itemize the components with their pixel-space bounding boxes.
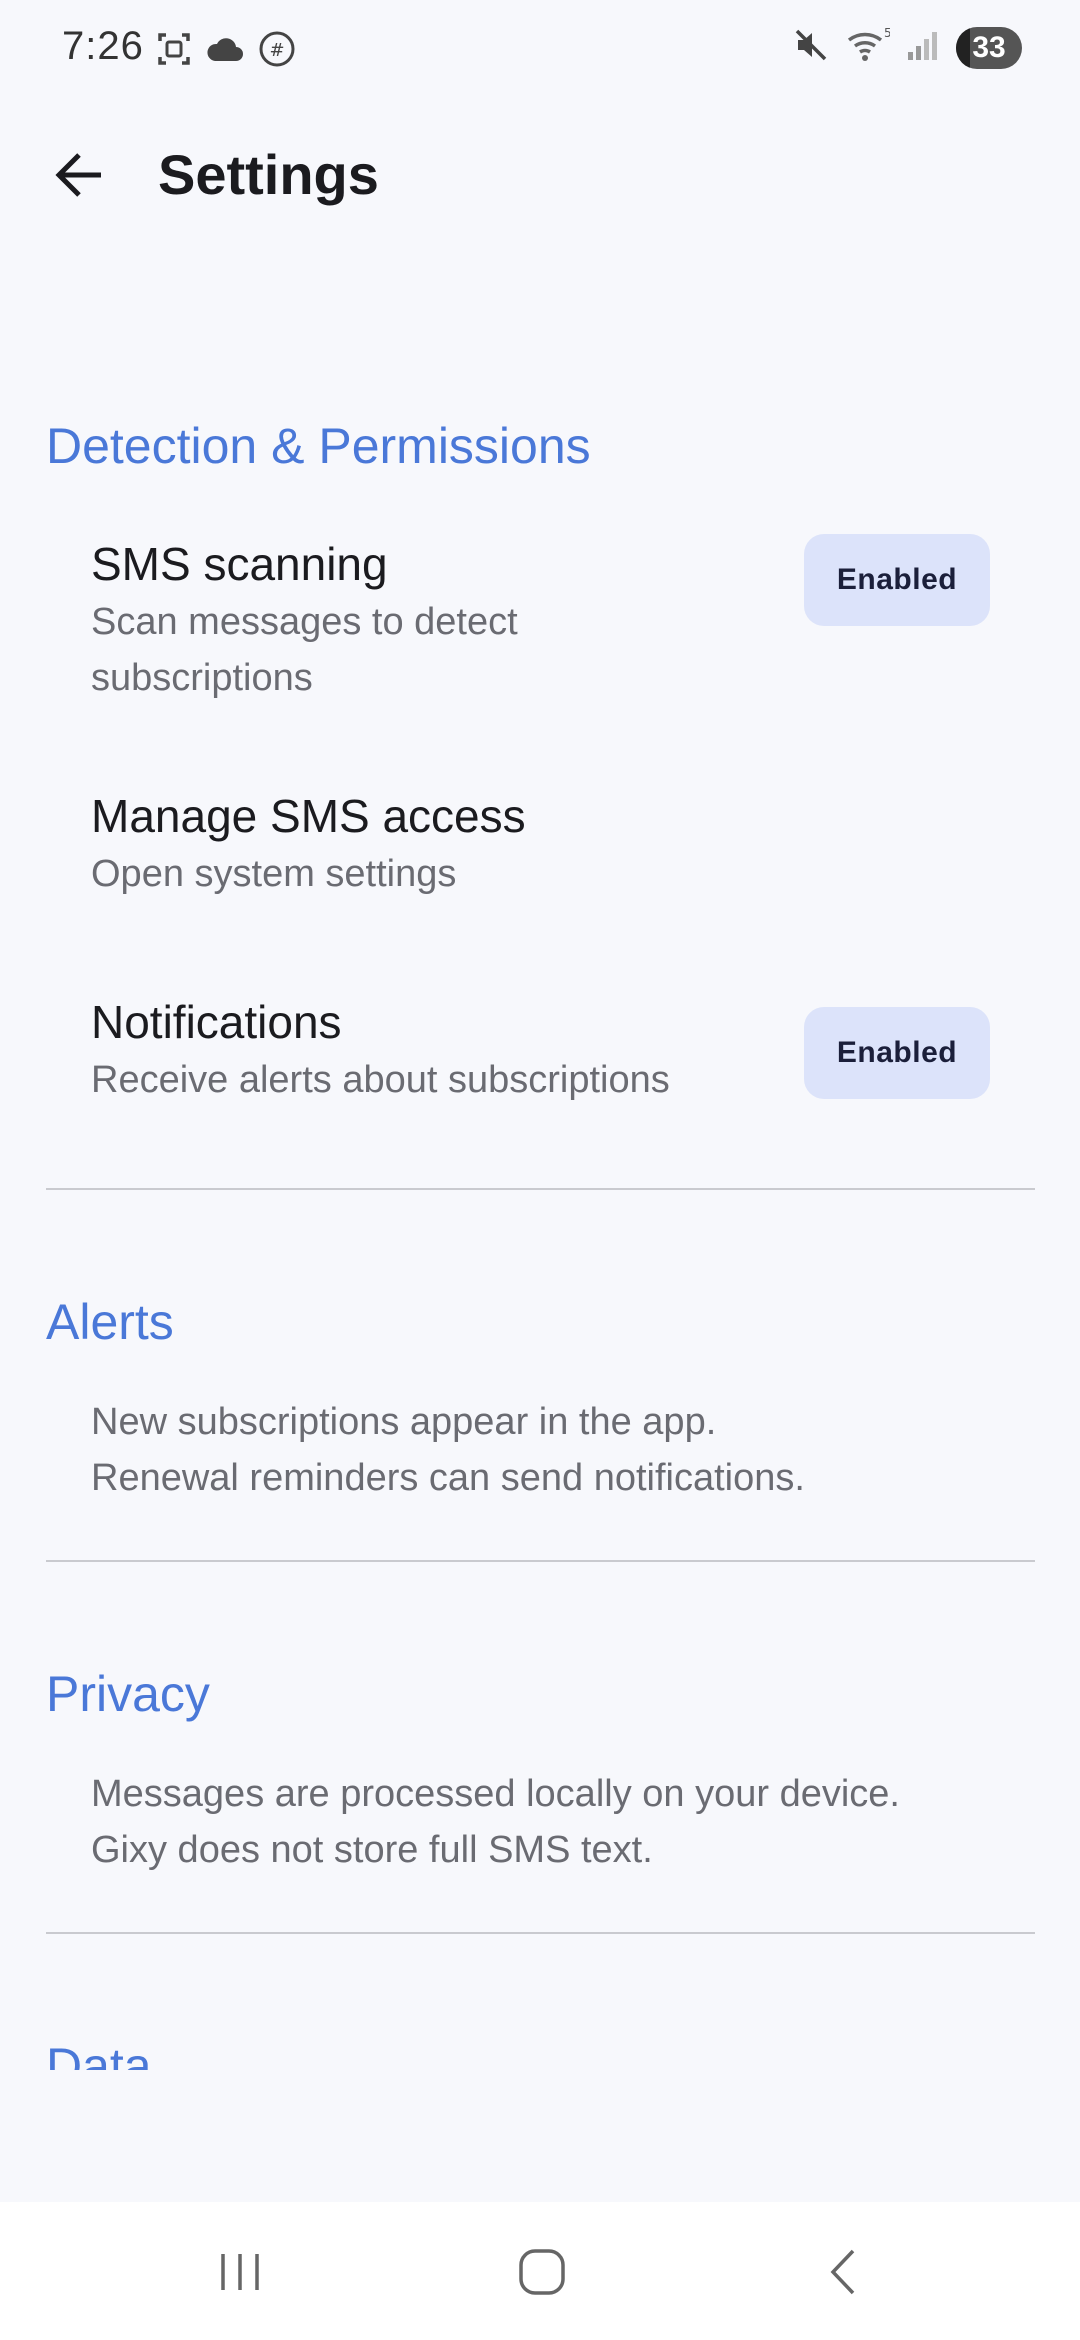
signal-icon [906,28,940,67]
setting-subtitle: Scan messages to detect subscriptions [91,601,518,699]
recents-icon [221,2254,259,2290]
page-title: Settings [158,143,379,206]
setting-subtitle: Open system settings [91,853,457,895]
divider [46,1932,1035,1934]
privacy-line-1: Messages are processed locally on your d… [91,1773,900,1815]
mute-icon [792,26,830,69]
recents-button[interactable] [180,2232,300,2312]
section-header-data-label: Data [46,2038,152,2070]
alerts-line-1: New subscriptions appear in the app. [91,1401,717,1443]
cloud-icon [206,34,244,69]
nav-back-button[interactable] [784,2232,904,2312]
section-header-privacy: Privacy [46,1666,210,1722]
battery-level: 33 [972,30,1006,64]
svg-text:5: 5 [884,26,890,40]
status-time: 7:26 [62,24,144,68]
section-header-alerts: Alerts [46,1294,174,1350]
setting-sms-scanning[interactable]: SMS scanning Scan messages to detect sub… [0,530,1080,710]
back-icon [830,2249,855,2295]
home-button[interactable] [482,2232,602,2312]
status-icons-right: 5 33 [792,26,1022,69]
status-bar: 7:26 # 5 33 [0,0,1080,100]
alerts-line-2: Renewal reminders can send notifications… [91,1457,805,1499]
vpn-globe-icon: # [258,30,296,73]
status-icons-left: # [156,30,296,73]
section-header-detection: Detection & Permissions [46,418,591,474]
back-button[interactable] [40,140,120,210]
notifications-enabled-chip[interactable]: Enabled [804,1007,990,1099]
setting-manage-sms-access[interactable]: Manage SMS access Open system settings [0,788,1080,908]
battery-icon: 33 [956,26,1022,69]
screenshot-icon [156,31,192,72]
home-icon [519,2249,565,2295]
sms-scanning-enabled-chip[interactable]: Enabled [804,534,990,626]
setting-notifications[interactable]: Notifications Receive alerts about subsc… [0,994,1080,1114]
top-app-bar: Settings [0,120,1080,230]
setting-title: Manage SMS access [91,790,526,842]
setting-title: SMS scanning [91,538,388,590]
privacy-line-2: Gixy does not store full SMS text. [91,1829,653,1871]
divider [46,1188,1035,1190]
system-nav-bar [0,2202,1080,2340]
divider [46,1560,1035,1562]
svg-text:#: # [269,40,284,61]
arrow-back-icon [55,153,101,197]
setting-title: Notifications [91,996,342,1048]
wifi-icon: 5 [846,26,892,69]
section-header-data: Data [46,2030,446,2070]
screen: 7:26 # 5 33 Settings Detection & Permiss… [0,0,1080,2340]
setting-subtitle: Receive alerts about subscriptions [91,1059,670,1101]
